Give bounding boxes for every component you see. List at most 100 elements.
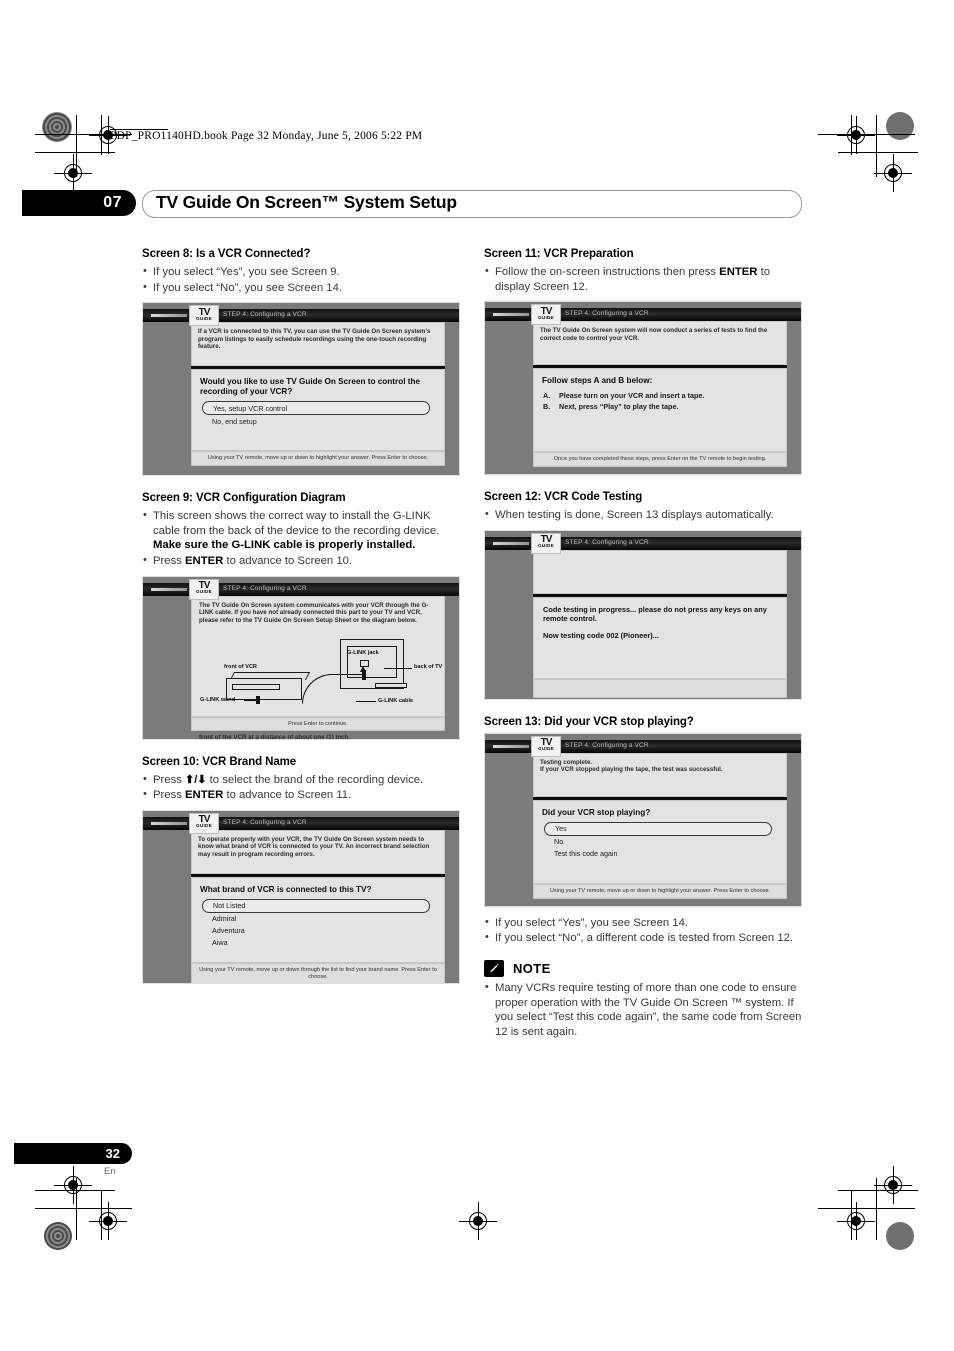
tv-testing-code: Now testing code 002 (Pioneer)... (543, 630, 659, 640)
list-item: If you select “Yes”, you see Screen 9. (142, 264, 460, 280)
tv-guide-logo: TV GUIDE (189, 305, 219, 327)
label-glink-wand: G-LINK wand (200, 697, 236, 704)
tv-option[interactable]: Adventura (202, 925, 436, 937)
crop-line (101, 1190, 102, 1240)
tv-option[interactable]: Admiral (202, 913, 436, 925)
tv-guide-logo: TV GUIDE (531, 532, 561, 554)
screen11-bullets: Follow the on-screen instructions then p… (484, 264, 802, 294)
tv-option-selected[interactable]: Yes (544, 821, 772, 836)
tv-step-row: B. Next, press “Play” to play the tape. (543, 402, 777, 412)
tv-step-row: A. Please turn on your VCR and insert a … (543, 391, 777, 401)
registration-mark-top-right (837, 116, 875, 154)
tv-option-selected[interactable]: Yes, setup VCR control (202, 401, 430, 416)
tv-intro-text: If a VCR is connected to this TV, you ca… (198, 328, 431, 351)
tv-step-title: STEP 4: Configuring a VCR (565, 741, 649, 749)
page-title: TV Guide On Screen™ System Setup (156, 192, 457, 212)
tv-step-letter: B. (543, 401, 551, 411)
tv-intro-text: The TV Guide On Screen system communicat… (199, 601, 429, 624)
arrow-up-icon (360, 666, 366, 673)
label-back-of-tv: back of TV (414, 664, 443, 671)
tv-step-text: Next, press “Play” to play the tape. (559, 401, 679, 411)
tv-body-panel: Follow steps A and B below: A. Please tu… (533, 368, 787, 453)
screen13-tv-screenshot: TV GUIDE STEP 4: Configuring a VCR Testi… (484, 732, 802, 907)
bullet-text-plain: to select the brand of the recording dev… (206, 773, 424, 786)
registration-mark-bottom-right (837, 1202, 875, 1240)
page-number-badge: 32 (14, 1143, 132, 1164)
screen12-tv-screenshot: TV GUIDE STEP 4: Configuring a VCR Code … (484, 529, 802, 700)
list-item: This screen shows the correct way to ins… (142, 508, 460, 553)
crop-line (818, 134, 915, 135)
pencil-icon (484, 959, 504, 977)
screen8-bullets: If you select “Yes”, you see Screen 9. I… (142, 264, 460, 295)
screen12-bullets: When testing is done, Screen 13 displays… (484, 507, 802, 523)
tv-footnote: Once you have completed these steps, pre… (533, 452, 787, 467)
note-header: NOTE (484, 959, 802, 977)
tv-option[interactable]: Test this code again (544, 848, 778, 860)
list-item: If you select “Yes”, you see Screen 14. (484, 915, 802, 931)
crop-line (838, 1190, 918, 1191)
tv-intro-panel: If a VCR is connected to this TV, you ca… (191, 322, 445, 367)
tv-footnote: Using your TV remote, move up or down to… (191, 451, 445, 466)
screen9-bullets: This screen shows the correct way to ins… (142, 508, 460, 568)
tv-logo-bottom: GUIDE (537, 543, 555, 549)
left-column: Screen 8: Is a VCR Connected? If you sel… (142, 248, 460, 984)
tv-intro-panel: Testing complete. If your VCR stopped pl… (533, 752, 787, 797)
tv-option[interactable]: No, end setup (202, 415, 436, 427)
arrow-keys-icon: ⬆/⬇ (185, 773, 207, 786)
tv-options: Yes No Test this code again (534, 821, 786, 860)
tv-step-title: STEP 4: Configuring a VCR (223, 584, 307, 592)
vcr-illustration (226, 678, 302, 701)
tv-bar-dash (493, 744, 529, 748)
glink-wand-illustration (256, 696, 260, 705)
crop-line (35, 1208, 132, 1209)
tv-bar-dash (151, 314, 187, 318)
tv-steps-list: A. Please turn on your VCR and insert a … (534, 389, 786, 411)
crop-line (838, 152, 918, 153)
label-glink-jack: G-LINK jack (347, 650, 379, 657)
tv-bar-dash (151, 821, 187, 825)
tv-step-title: STEP 4: Configuring a VCR (565, 538, 649, 546)
print-color-dot-bottom-left (44, 1222, 72, 1250)
tv-status-message: Code testing in progress... please do no… (543, 604, 767, 624)
screen13-bullets: If you select “Yes”, you see Screen 14. … (484, 915, 802, 946)
glink-cable-illustration (302, 674, 366, 705)
print-color-dot-left (42, 112, 72, 142)
registration-mark-bottom-left (89, 1202, 127, 1240)
crop-line (851, 1190, 852, 1240)
tv-intro-panel: To operate properly with your VCR, the T… (191, 829, 445, 874)
tv-intro-text: To operate properly with your VCR, the T… (198, 835, 430, 858)
tv-body-panel: Would you like to use TV Guide On Screen… (191, 369, 445, 452)
registration-mark-top-left-lower (54, 154, 92, 192)
tv-bar-dash (493, 313, 529, 317)
crop-line (101, 115, 102, 155)
list-item: Follow the on-screen instructions then p… (484, 264, 802, 294)
tv-question: Follow steps A and B below: (542, 376, 653, 386)
tv-option[interactable]: Aiwa (202, 937, 436, 949)
screen9-heading: Screen 9: VCR Configuration Diagram (142, 492, 346, 505)
tv-option-selected[interactable]: Not Listed (202, 898, 430, 913)
tv-logo-bottom: GUIDE (195, 315, 213, 321)
screen11-tv-screenshot: TV GUIDE STEP 4: Configuring a VCR The T… (484, 301, 802, 476)
tv-bar-dash (151, 587, 187, 591)
tv-guide-logo: TV GUIDE (531, 735, 561, 757)
bullet-text-plain: to advance to Screen 10. (223, 554, 353, 567)
tv-intro-text: The TV Guide On Screen system will now c… (540, 327, 768, 342)
tv-body-panel: What brand of VCR is connected to this T… (191, 876, 445, 963)
tv-option[interactable]: No (544, 836, 778, 848)
crop-line (35, 152, 115, 153)
book-file-header: PDP_PRO1140HD.book Page 32 Monday, June … (110, 130, 423, 142)
tv-guide-logo: TV GUIDE (531, 304, 561, 326)
bullet-text-plain: Press (153, 554, 186, 567)
tv-step-letter: A. (543, 391, 551, 401)
crop-line (876, 1178, 877, 1240)
screen8-heading: Screen 8: Is a VCR Connected? (142, 248, 311, 260)
tv-intro-panel (533, 549, 787, 594)
tv-footnote: Press Enter to continue. (191, 716, 445, 732)
key-enter: ENTER (185, 789, 224, 802)
tv-question: Did your VCR stop playing? (542, 807, 651, 817)
right-column: Screen 11: VCR Preparation Follow the on… (484, 248, 802, 1040)
crop-line (818, 1208, 915, 1209)
tv-body-panel: Code testing in progress... please do no… (533, 596, 787, 679)
tv-bar-dash (493, 541, 529, 545)
chapter-number-badge: 07 (22, 190, 136, 216)
